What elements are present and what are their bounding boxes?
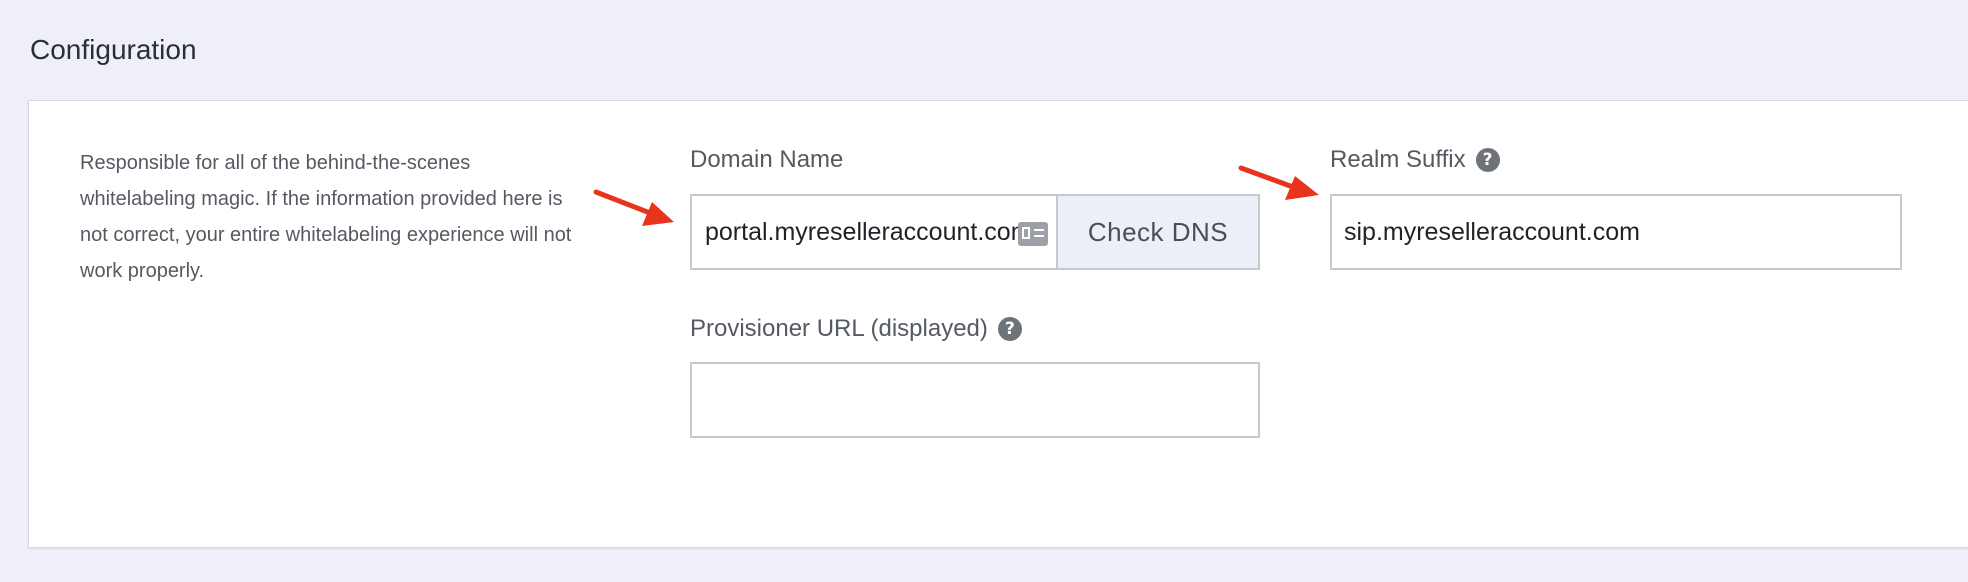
provisioner-url-input[interactable] bbox=[690, 362, 1260, 438]
domain-name-input-group: portal.myreselleraccount.com Check DNS bbox=[690, 194, 1260, 270]
provisioner-url-label: Provisioner URL (displayed) ? bbox=[690, 315, 1022, 343]
domain-name-input[interactable]: portal.myreselleraccount.com bbox=[692, 196, 1056, 268]
check-dns-button[interactable]: Check DNS bbox=[1056, 196, 1258, 268]
realm-suffix-input[interactable]: sip.myreselleraccount.com bbox=[1330, 194, 1902, 270]
annotation-arrow-icon bbox=[593, 189, 674, 226]
domain-name-label-text: Domain Name bbox=[690, 146, 844, 173]
section-description: Responsible for all of the behind-the-sc… bbox=[80, 152, 572, 282]
question-circle-icon[interactable]: ? bbox=[1475, 148, 1500, 172]
domain-name-label: Domain Name bbox=[690, 146, 843, 174]
provisioner-url-label-text: Provisioner URL (displayed) bbox=[690, 315, 988, 342]
annotation-arrow-icon bbox=[1238, 165, 1319, 200]
autofill-contact-card-icon[interactable] bbox=[1018, 222, 1048, 246]
question-circle-icon[interactable]: ? bbox=[997, 317, 1022, 341]
realm-suffix-label: Realm Suffix ? bbox=[1330, 146, 1500, 174]
realm-suffix-label-text: Realm Suffix bbox=[1330, 146, 1466, 173]
section-title: Configuration bbox=[30, 34, 197, 65]
realm-suffix-value: sip.myreselleraccount.com bbox=[1344, 217, 1640, 246]
domain-name-value: portal.myreselleraccount.com bbox=[705, 217, 1032, 246]
